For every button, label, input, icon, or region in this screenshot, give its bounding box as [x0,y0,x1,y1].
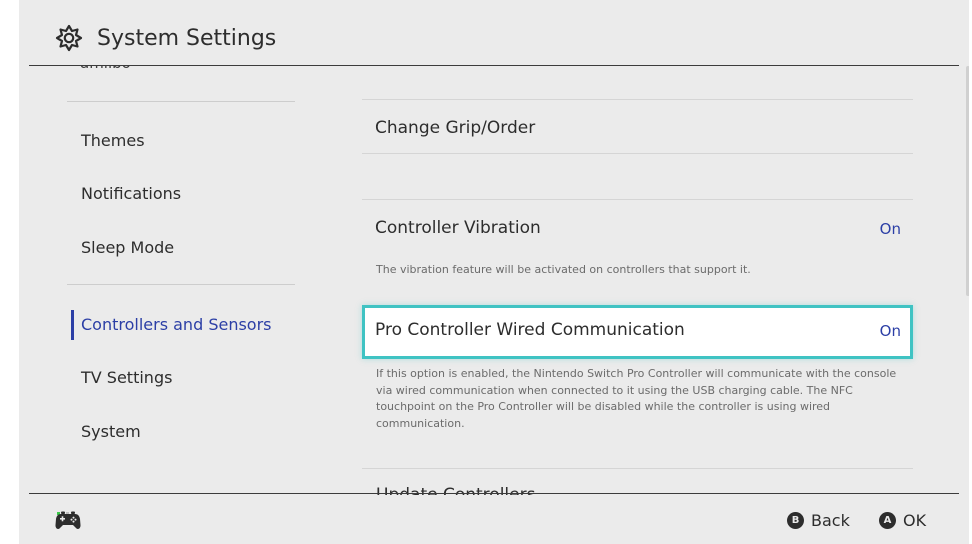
setting-description: If this option is enabled, the Nintendo … [376,367,897,430]
a-button-icon: A [879,512,896,529]
sidebar-item-amiibo[interactable]: amiibo [80,65,131,73]
selection-indicator [71,310,74,340]
sidebar-item-label: Notifications [81,184,182,203]
setting-description: The vibration feature will be activated … [376,263,751,276]
footer-divider [29,493,959,494]
ok-label: OK [903,511,927,530]
battery-indicator [57,500,75,515]
sidebar-item-label: Sleep Mode [81,238,175,257]
back-label: Back [811,511,850,530]
sidebar-item-system[interactable]: System [67,412,307,452]
list-separator [362,468,913,469]
sidebar-divider [67,284,295,285]
sidebar-item-sleep-mode[interactable]: Sleep Mode [67,228,307,268]
setting-value: On [879,220,901,238]
list-separator [362,99,913,100]
header-divider [29,65,959,66]
sidebar-item-label: TV Settings [81,368,173,387]
gear-icon [55,24,83,52]
setting-label: Controller Vibration [375,218,541,238]
sidebar-divider [67,101,295,102]
scrollbar[interactable] [966,66,969,296]
b-button-icon: B [787,512,804,529]
controller-icon [55,511,81,530]
sidebar-item-themes[interactable]: Themes [67,121,307,161]
sidebar-item-label: System [81,422,141,441]
screen: System Settings amiibo Themes Notificati… [0,0,972,544]
list-separator [362,153,913,154]
page-title: System Settings [97,26,277,51]
setting-label: Pro Controller Wired Communication [375,320,685,340]
sidebar-item-controllers-and-sensors[interactable]: Controllers and Sensors [67,305,307,345]
setting-pro-controller-wired-communication[interactable]: Pro Controller Wired Communication On [362,305,913,359]
sidebar-item-label: Themes [81,131,145,150]
setting-controller-vibration[interactable]: Controller Vibration On [362,203,913,253]
settings-panel: System Settings amiibo Themes Notificati… [19,0,969,544]
sidebar-item-notifications[interactable]: Notifications [67,174,307,214]
sidebar-item-label: Controllers and Sensors [81,315,272,334]
setting-value: On [879,322,901,340]
list-separator [362,199,913,200]
setting-label: Change Grip/Order [375,118,536,138]
setting-change-grip-order[interactable]: Change Grip/Order [362,103,913,153]
sidebar-item-tv-settings[interactable]: TV Settings [67,358,307,398]
